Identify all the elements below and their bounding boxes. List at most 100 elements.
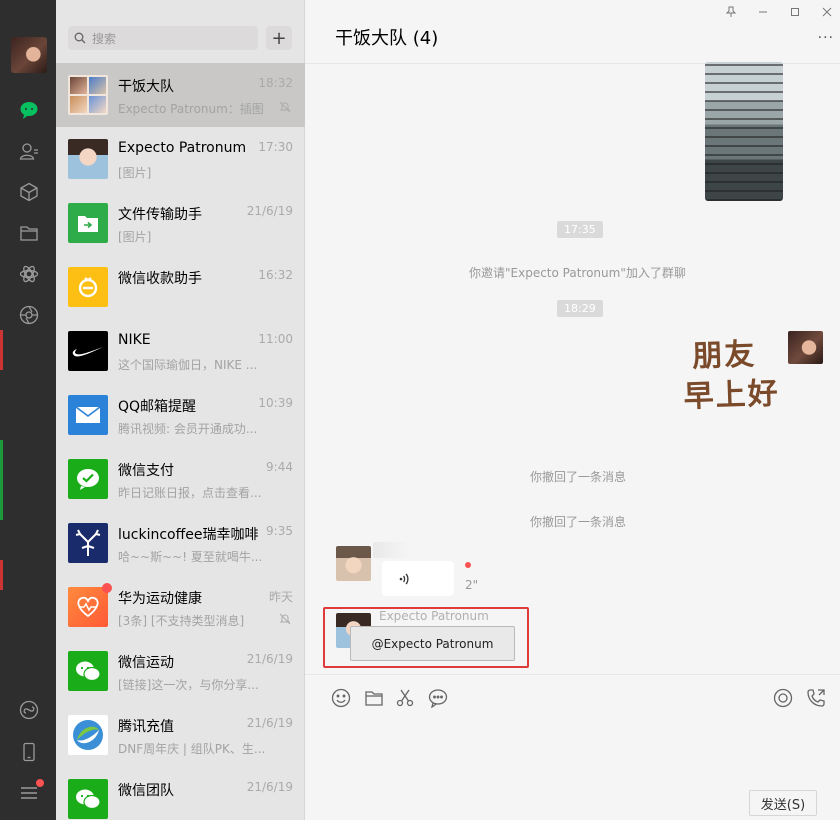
avatar[interactable] <box>11 37 47 73</box>
timestamp-pill: 17:35 <box>557 221 603 238</box>
unread-badge <box>102 583 112 593</box>
chat-title: 干饭大队 (4) <box>335 28 439 49</box>
chat-item-qqmail[interactable]: QQ邮箱提醒 10:39 腾讯视频: 会员开通成功... <box>56 383 305 447</box>
chat-item-huawei-health[interactable]: 华为运动健康 昨天 [3条] [不支持类型消息] <box>56 575 305 639</box>
close-icon[interactable] <box>822 6 832 17</box>
chat-item-tencent-recharge[interactable]: 腾讯充值 21/6/19 DNF周年庆 | 组队PK、生... <box>56 703 305 767</box>
chat-name: 腾讯充值 <box>118 719 174 735</box>
chat-history-icon[interactable] <box>427 687 449 709</box>
system-message-recall: 你撤回了一条消息 <box>530 515 627 529</box>
chat-preview: [3条] [不支持类型消息] <box>118 614 245 628</box>
chat-time: 11:00 <box>258 332 293 346</box>
member-avatar[interactable] <box>336 546 371 581</box>
chat-time: 昨天 <box>268 590 293 604</box>
chat-preview: 这个国际瑜伽日，NIKE ... <box>118 358 258 372</box>
wechat-pay-icon <box>68 459 108 499</box>
chat-item-wechat-sport[interactable]: 微信运动 21/6/19 [链接]这一次，与你分享... <box>56 639 305 703</box>
voice-message[interactable] <box>382 561 454 596</box>
search-placeholder: 搜索 <box>92 31 117 46</box>
more-options-button[interactable]: ··· <box>818 30 834 46</box>
sticker-message[interactable]: 朋友 早上好 <box>682 334 781 417</box>
chat-name: QQ邮箱提醒 <box>118 399 197 415</box>
chat-icon[interactable] <box>18 99 40 121</box>
chat-item-expecto[interactable]: Expecto Patronum 17:30 [图片] <box>56 127 305 191</box>
window-controls <box>726 6 832 17</box>
chat-preview: DNF周年庆 | 组队PK、生... <box>118 742 266 756</box>
payment-assistant-icon <box>68 267 108 307</box>
timestamp-pill: 18:29 <box>557 300 603 317</box>
moments-icon[interactable] <box>18 263 40 285</box>
emoji-icon[interactable] <box>330 687 352 709</box>
chat-item-ganfan[interactable]: 干饭大队 18:32 Expecto Patronum：插图 <box>56 63 305 127</box>
add-chat-button[interactable]: + <box>266 26 292 50</box>
user-avatar <box>68 139 108 179</box>
channels-icon[interactable] <box>18 304 40 326</box>
chat-item-wechat-pay[interactable]: 微信支付 9:44 昨日记账日报，点击查看... <box>56 447 305 511</box>
chat-time: 9:35 <box>266 524 293 538</box>
conversation-panel: 干饭大队 (4) ··· 17:35 你邀请"Expecto Patronum"… <box>305 0 840 820</box>
chat-preview: [链接]这一次，与你分享... <box>118 678 259 692</box>
voice-call-icon[interactable] <box>805 687 827 709</box>
chat-item-luckin[interactable]: luckincoffee瑞幸咖啡 9:35 哈~~斯~~! 夏至就喝牛... <box>56 511 305 575</box>
chat-time: 16:32 <box>258 268 293 282</box>
menu-badge <box>36 779 44 787</box>
unplayed-dot <box>465 562 471 568</box>
chat-item-nike[interactable]: NIKE 11:00 这个国际瑜伽日，NIKE ... <box>56 319 305 383</box>
chat-preview: 腾讯视频: 会员开通成功... <box>118 422 258 436</box>
mute-bell-icon <box>279 101 291 113</box>
mention-message[interactable]: @Expecto Patronum <box>350 626 515 661</box>
mute-bell-icon <box>279 613 291 625</box>
sticker-text-line1: 朋友 <box>691 337 757 375</box>
chat-time: 21/6/19 <box>246 780 293 794</box>
sender-name: Expecto Patronum <box>379 609 489 623</box>
chat-name: Expecto Patronum <box>118 140 247 156</box>
mini-programs-icon[interactable] <box>18 699 40 721</box>
mail-icon <box>68 395 108 435</box>
pin-icon[interactable] <box>726 6 736 17</box>
chat-item-wechat-team[interactable]: 微信团队 21/6/19 <box>56 767 305 820</box>
chat-time: 10:39 <box>258 396 293 410</box>
sticker-text-line2: 早上好 <box>683 376 781 415</box>
nike-logo <box>68 331 108 371</box>
chat-time: 18:32 <box>258 76 293 90</box>
phone-icon[interactable] <box>18 741 40 763</box>
chat-name: NIKE <box>118 332 151 348</box>
chat-item-file-transfer[interactable]: 文件传输助手 21/6/19 [图片] <box>56 191 305 255</box>
chat-list-panel: 搜索 + 干饭大队 18:32 Expecto Patronum：插图 Expe… <box>56 0 305 820</box>
search-input[interactable]: 搜索 <box>68 26 258 50</box>
folder-icon[interactable] <box>363 687 385 709</box>
search-icon <box>74 32 86 44</box>
maximize-icon[interactable] <box>790 6 800 17</box>
favorites-icon[interactable] <box>18 181 40 203</box>
self-avatar[interactable] <box>788 331 823 364</box>
chat-preview: 昨日记账日报，点击查看... <box>118 486 262 500</box>
group-avatar <box>68 75 108 115</box>
contacts-icon[interactable] <box>18 140 40 162</box>
chat-item-payment-assistant[interactable]: 微信收款助手 16:32 <box>56 255 305 319</box>
chat-time: 21/6/19 <box>246 204 293 218</box>
chat-name: 微信运动 <box>118 655 174 671</box>
chat-name: 华为运动健康 <box>118 591 202 607</box>
send-button[interactable]: 发送(S) <box>749 790 817 816</box>
files-icon[interactable] <box>18 222 40 244</box>
minimize-icon[interactable] <box>758 6 768 17</box>
chat-name: 微信收款助手 <box>118 271 202 287</box>
image-message[interactable] <box>705 62 783 201</box>
chat-time: 21/6/19 <box>246 652 293 666</box>
chat-name: 干饭大队 <box>118 79 174 95</box>
menu-icon[interactable] <box>18 779 44 804</box>
wechat-window: 搜索 + 干饭大队 18:32 Expecto Patronum：插图 Expe… <box>0 0 840 820</box>
chat-time: 21/6/19 <box>246 716 293 730</box>
voice-wave-icon <box>399 573 409 584</box>
sidebar-nav <box>3 0 56 820</box>
sender-name-blurred <box>373 542 407 558</box>
system-message-invite: 你邀请"Expecto Patronum"加入了群聊 <box>469 266 686 280</box>
scissors-icon[interactable] <box>394 687 416 709</box>
file-transfer-icon <box>68 203 108 243</box>
input-divider <box>305 674 840 675</box>
wechat-team-icon <box>68 779 108 819</box>
chat-name: luckincoffee瑞幸咖啡 <box>118 527 259 543</box>
chat-preview: 哈~~斯~~! 夏至就喝牛... <box>118 550 263 564</box>
voice-duration: 2" <box>465 578 479 592</box>
live-icon[interactable] <box>772 687 794 709</box>
